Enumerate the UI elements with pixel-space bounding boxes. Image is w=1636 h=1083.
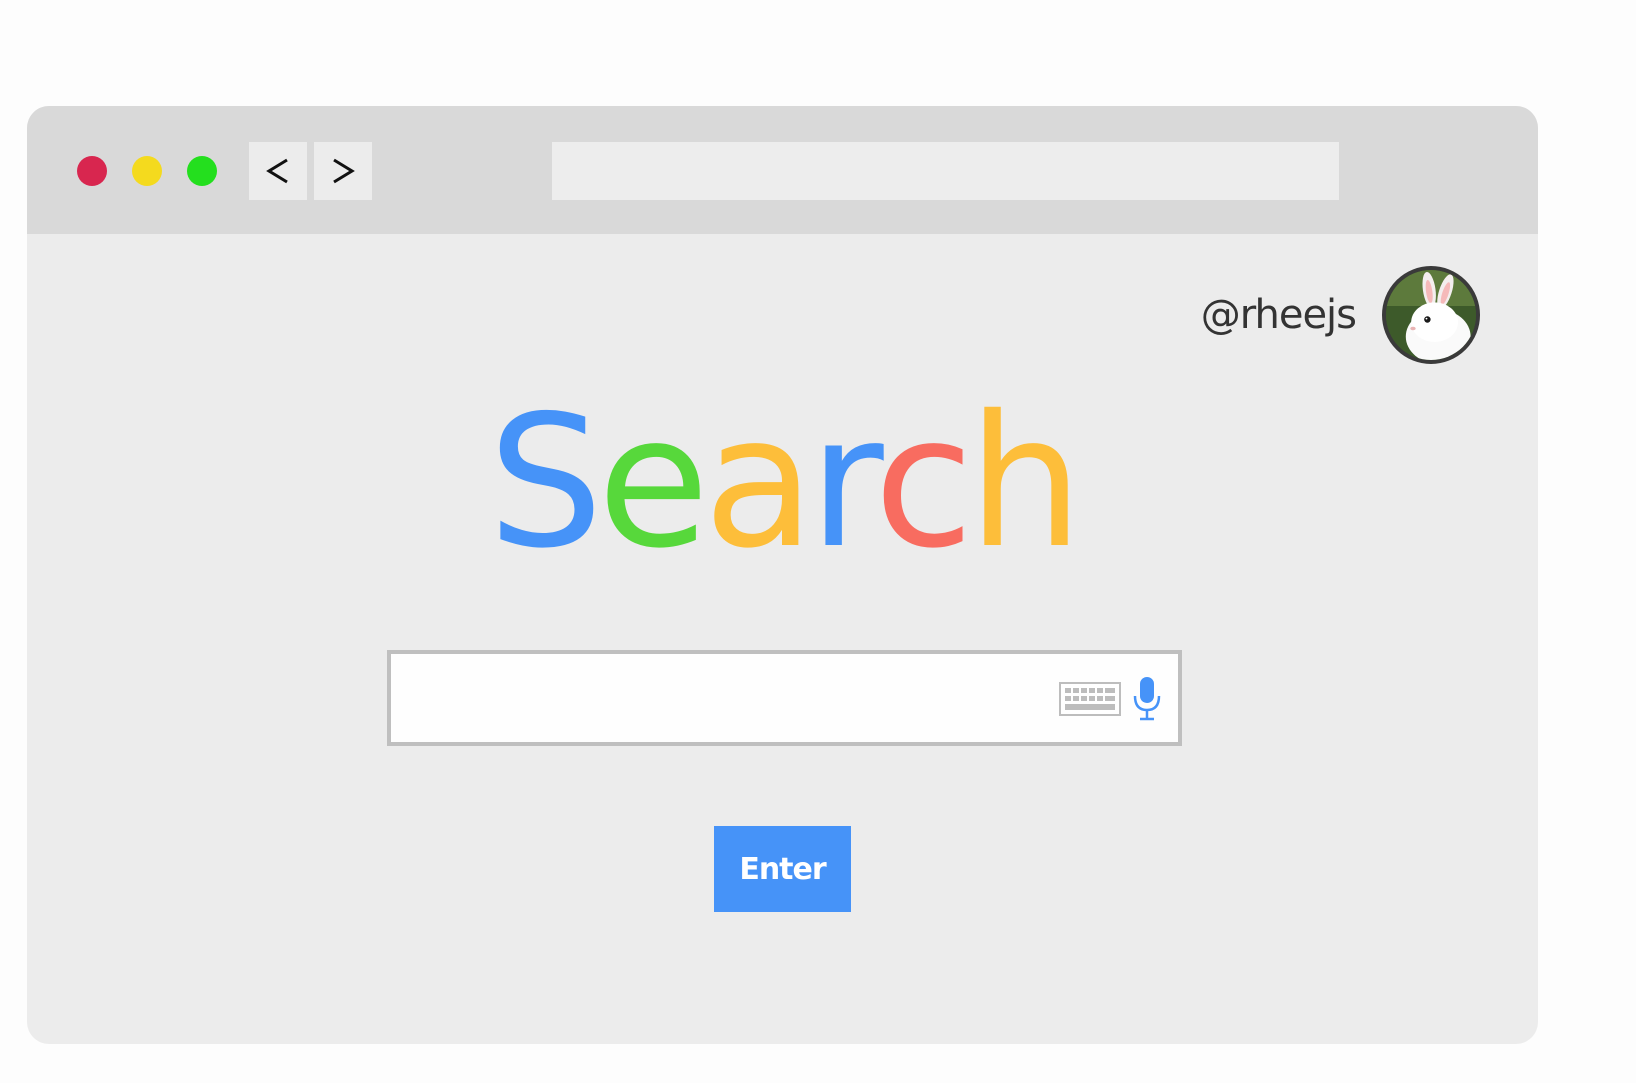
minimize-window-button[interactable]: [132, 156, 162, 186]
avatar[interactable]: [1382, 266, 1480, 364]
address-bar[interactable]: [552, 142, 1339, 200]
chevron-left-icon: [266, 158, 288, 184]
enter-button[interactable]: Enter: [714, 826, 851, 912]
back-button[interactable]: [249, 142, 307, 200]
close-window-button[interactable]: [77, 156, 107, 186]
logo-letter: S: [487, 376, 604, 588]
forward-button[interactable]: [314, 142, 372, 200]
search-logo: Search: [27, 391, 1538, 573]
username: @rheejs: [1200, 292, 1357, 338]
search-box: [387, 650, 1182, 746]
maximize-window-button[interactable]: [187, 156, 217, 186]
logo-letter: r: [808, 376, 880, 588]
chevron-right-icon: [333, 158, 355, 184]
logo-letter: e: [597, 376, 709, 588]
search-input[interactable]: [391, 654, 1031, 742]
microphone-icon[interactable]: [1132, 676, 1162, 722]
user-profile[interactable]: @rheejs: [1201, 266, 1480, 364]
rabbit-avatar-icon: [1386, 270, 1476, 360]
logo-letter: h: [967, 376, 1083, 588]
logo-letter: c: [873, 376, 974, 588]
browser-window: @rheejs Search Enter: [27, 106, 1538, 1044]
logo-letter: a: [703, 376, 815, 588]
title-bar: [27, 106, 1538, 234]
keyboard-icon[interactable]: [1059, 682, 1121, 716]
